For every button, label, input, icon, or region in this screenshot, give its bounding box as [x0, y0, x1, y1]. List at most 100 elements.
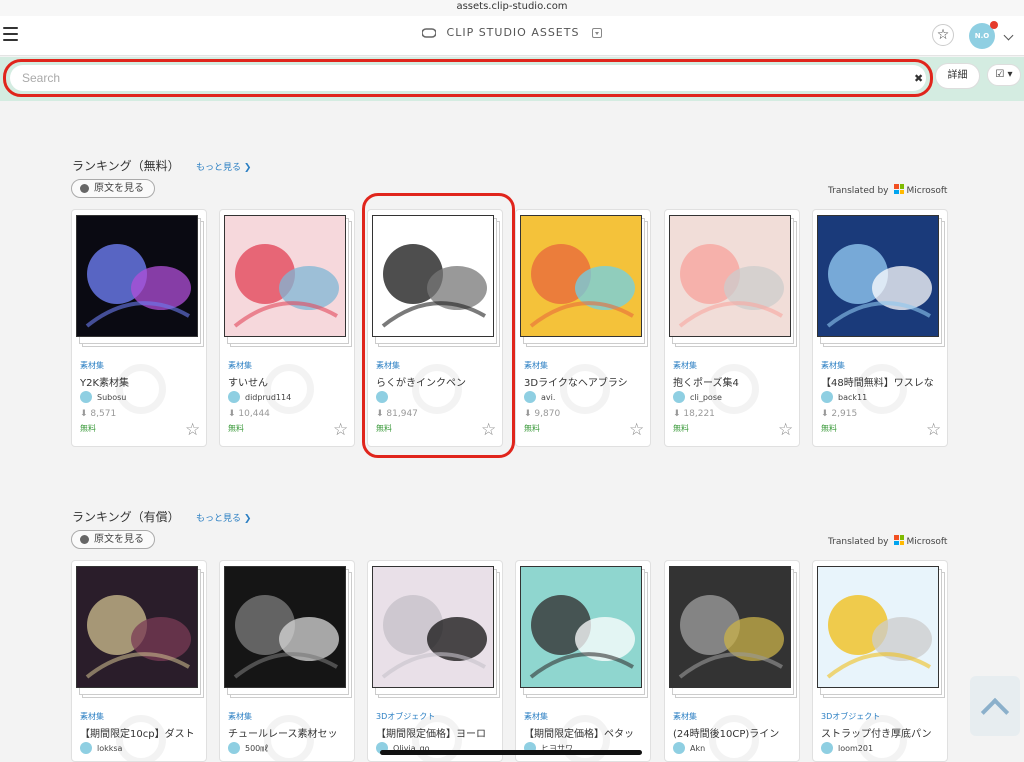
asset-thumbnail[interactable]: [76, 215, 198, 337]
ranking-paid-more-link[interactable]: もっと見る ❯: [196, 511, 251, 524]
asset-thumbnail[interactable]: [520, 566, 642, 688]
price-label: 無料: [821, 424, 837, 433]
asset-title[interactable]: 【期間限定10cp】ダスト: [80, 725, 206, 740]
asset-title[interactable]: (24時間後10CP)ライン: [673, 725, 799, 740]
asset-thumbnail[interactable]: [224, 215, 346, 337]
asset-title[interactable]: 【期間限定価格】ヨーロ: [376, 725, 502, 740]
author-avatar: [524, 391, 536, 403]
asset-category[interactable]: 3Dオブジェクト: [376, 711, 435, 722]
asset-card[interactable]: 素材集抱くポーズ集4 cli_pose ⬇ 18,221 無料 ☆: [664, 209, 800, 447]
asset-thumbnail[interactable]: [817, 215, 939, 337]
watermark-logo-icon: [560, 364, 610, 414]
view-original-button[interactable]: 原文を見る: [71, 179, 155, 198]
asset-thumbnail[interactable]: [520, 215, 642, 337]
asset-author[interactable]: cli_pose: [673, 391, 722, 403]
asset-thumbnail[interactable]: [669, 566, 791, 688]
asset-title[interactable]: チュールレース素材セッ: [228, 725, 354, 740]
asset-category[interactable]: 素材集: [673, 360, 697, 371]
asset-card[interactable]: 素材集 (24時間後10CP)ライン Akn: [664, 560, 800, 762]
account-avatar[interactable]: N.O: [969, 21, 998, 49]
asset-title[interactable]: 抱くポーズ集4: [673, 374, 799, 389]
asset-category[interactable]: 素材集: [228, 360, 252, 371]
asset-title[interactable]: 【期間限定価格】ペタッ: [524, 725, 650, 740]
brand-dropdown-icon[interactable]: [591, 28, 602, 38]
asset-category[interactable]: 素材集: [80, 711, 104, 722]
brand-label: CLIP STUDIO ASSETS: [446, 26, 580, 39]
search-highlight-outline: ✖: [3, 59, 933, 97]
asset-author[interactable]: didprud114: [228, 391, 291, 403]
author-avatar: [80, 742, 92, 754]
asset-card[interactable]: 素材集【期間限定10cp】ダスト lokksa: [71, 560, 207, 762]
highlight-outline: [362, 193, 515, 458]
ranking-free-title: ランキング（無料）: [72, 159, 180, 173]
favorite-star-icon[interactable]: ☆: [778, 422, 793, 439]
asset-author[interactable]: loom201: [821, 742, 873, 754]
search-bar: ✖ 詳細 ☑ ▾: [0, 57, 1024, 101]
asset-category[interactable]: 素材集: [673, 711, 697, 722]
asset-author[interactable]: 500㎖: [228, 742, 268, 754]
asset-category[interactable]: 素材集: [524, 711, 548, 722]
asset-card[interactable]: 素材集すいせん didprud114 ⬇ 10,444 無料 ☆: [219, 209, 355, 447]
asset-title[interactable]: 3Dライクなヘアブラシ: [524, 374, 650, 389]
price-label: 無料: [673, 424, 689, 433]
filter-dropdown-button[interactable]: ☑ ▾: [987, 64, 1021, 86]
ranking-free-more-link[interactable]: もっと見る ❯: [196, 160, 251, 173]
globe-icon: [80, 184, 89, 193]
author-avatar: [80, 391, 92, 403]
asset-category[interactable]: 3Dオブジェクト: [821, 711, 880, 722]
asset-thumbnail[interactable]: [669, 215, 791, 337]
asset-author[interactable]: Subosu: [80, 391, 126, 403]
favorite-star-icon[interactable]: ☆: [926, 422, 941, 439]
asset-title[interactable]: Y2K素材集: [80, 374, 206, 389]
advanced-search-button[interactable]: 詳細: [935, 63, 980, 89]
clear-search-icon[interactable]: ✖: [914, 72, 923, 85]
asset-author[interactable]: Akn: [673, 742, 705, 754]
asset-category[interactable]: 素材集: [821, 360, 845, 371]
translated-by-microsoft: Translated by Microsoft: [828, 184, 948, 196]
site-header: CLIP STUDIO ASSETS ☆ N.O: [0, 16, 1024, 56]
asset-card[interactable]: 3Dオブジェクトストラップ付き厚底パン loom201: [812, 560, 948, 762]
asset-category[interactable]: 素材集: [228, 711, 252, 722]
asset-card[interactable]: 3Dオブジェクト 【期間限定価格】ヨーロ Olivia_go: [367, 560, 503, 762]
asset-title[interactable]: ストラップ付き厚底パン: [821, 725, 947, 740]
asset-author[interactable]: avi.: [524, 391, 555, 403]
asset-category[interactable]: 素材集: [80, 360, 104, 371]
favorite-star-icon[interactable]: ☆: [629, 422, 644, 439]
download-count: ⬇ 9,870: [524, 409, 561, 419]
favorite-star-icon[interactable]: ☆: [333, 422, 348, 439]
asset-title[interactable]: 【48時間無料】ワスレな: [821, 374, 947, 389]
asset-card[interactable]: 素材集 【期間限定価格】ペタッ ヒヨサワ: [515, 560, 651, 762]
site-brand[interactable]: CLIP STUDIO ASSETS: [0, 26, 1024, 39]
asset-thumbnail[interactable]: [224, 566, 346, 688]
home-indicator: [380, 750, 642, 755]
translated-by-microsoft: Translated by Microsoft: [828, 535, 948, 547]
scroll-to-top-button[interactable]: [970, 676, 1020, 736]
view-original-button[interactable]: 原文を見る: [71, 530, 155, 549]
asset-author[interactable]: lokksa: [80, 742, 122, 754]
asset-card[interactable]: 素材集 3Dライクなヘアブラシ avi. ⬇ 9,870 無料 ☆: [515, 209, 651, 447]
favorites-star-button[interactable]: ☆: [932, 24, 954, 46]
asset-card[interactable]: 素材集 Y2K素材集 Subosu ⬇ 8,571 無料 ☆: [71, 209, 207, 447]
asset-category[interactable]: 素材集: [524, 360, 548, 371]
favorite-star-icon[interactable]: ☆: [185, 422, 200, 439]
download-count: ⬇ 10,444: [228, 409, 270, 419]
author-avatar: [821, 391, 833, 403]
search-input[interactable]: [10, 65, 926, 91]
watermark-logo-icon: [116, 364, 166, 414]
asset-card[interactable]: 素材集【48時間無料】ワスレな back11 ⬇ 2,915 無料 ☆: [812, 209, 948, 447]
asset-title[interactable]: すいせん: [228, 374, 354, 389]
notification-dot: [990, 21, 998, 29]
author-avatar: [673, 742, 685, 754]
asset-card[interactable]: 素材集チュールレース素材セッ 500㎖: [219, 560, 355, 762]
price-label: 無料: [228, 424, 244, 433]
browser-url[interactable]: assets.clip-studio.com: [0, 0, 1024, 16]
download-count: ⬇ 18,221: [673, 409, 715, 419]
author-avatar: [228, 391, 240, 403]
microsoft-logo-icon: [894, 184, 905, 194]
asset-thumbnail[interactable]: [372, 566, 494, 688]
download-count: ⬇ 2,915: [821, 409, 858, 419]
asset-author[interactable]: back11: [821, 391, 867, 403]
watermark-logo-icon: [709, 364, 759, 414]
asset-thumbnail[interactable]: [817, 566, 939, 688]
asset-thumbnail[interactable]: [76, 566, 198, 688]
